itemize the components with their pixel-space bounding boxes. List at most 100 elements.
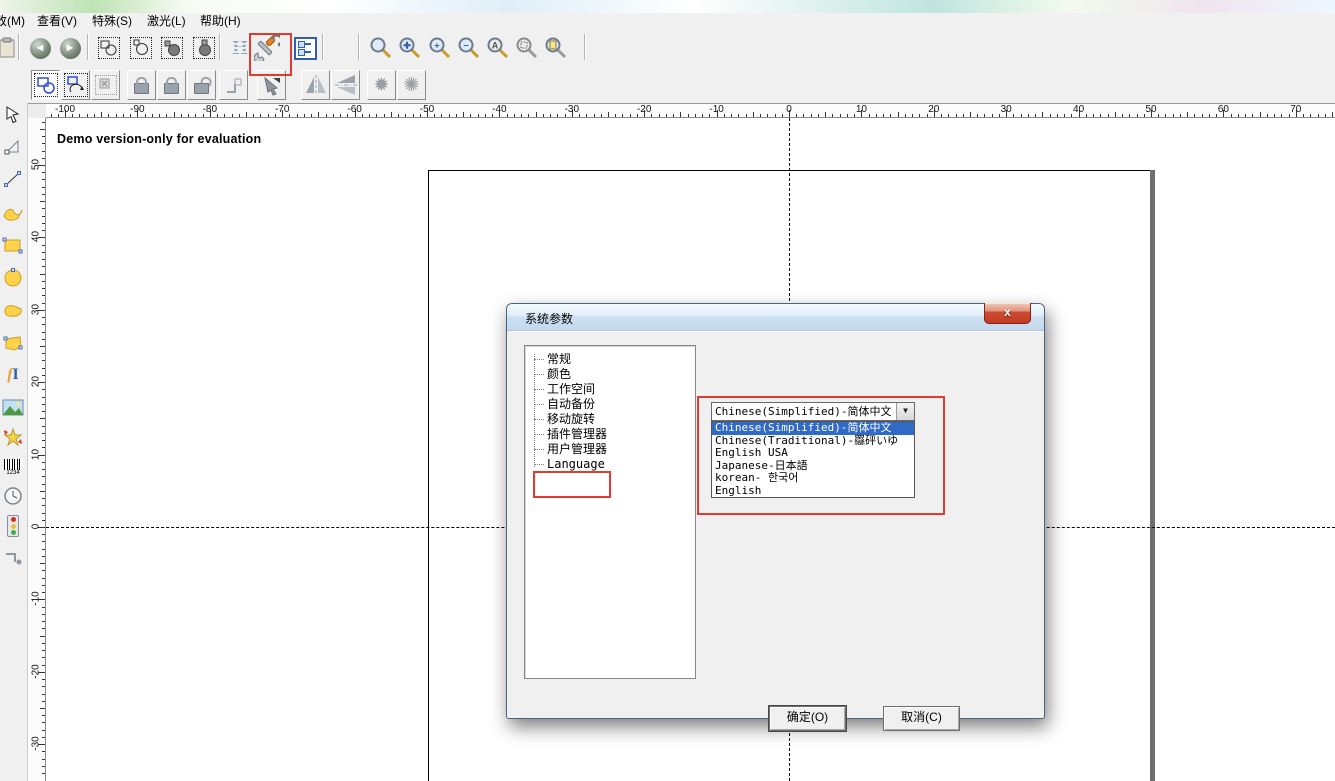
rectangle-tool-button[interactable] <box>0 231 26 261</box>
select-transform-button[interactable] <box>31 70 60 100</box>
back-button[interactable]: ◄ <box>26 33 54 63</box>
preview-burst-button[interactable]: ✹ <box>367 70 396 100</box>
ruler-tick <box>956 114 957 117</box>
unlock-button[interactable] <box>187 70 216 100</box>
hatch-icon: H <box>232 37 248 60</box>
ruler-tick <box>594 114 595 117</box>
zoom-window-button[interactable] <box>367 33 395 63</box>
zoom-pan-icon: ✚ <box>398 36 422 60</box>
ruler-tick <box>253 114 254 117</box>
menu-item-4[interactable]: 激光(L) <box>143 14 190 29</box>
ruler-label: -30 <box>552 104 592 115</box>
forward-button[interactable]: ► <box>56 33 84 63</box>
node-editing-tool-button[interactable] <box>0 132 26 162</box>
mark-burst-icon: ✺ <box>404 76 420 95</box>
combobox-dropdown-button[interactable]: ▼ <box>896 403 914 420</box>
settings-tree[interactable]: 常规颜色工作空间自动备份移动旋转插件管理器用户管理器Language <box>524 345 696 679</box>
ruler-tick <box>42 447 45 448</box>
mark-burst-button[interactable]: ✺ <box>397 70 426 100</box>
region-select-button[interactable] <box>91 70 120 100</box>
language-option-6[interactable]: English <box>712 485 914 498</box>
ok-button[interactable]: 确定(O) <box>769 706 846 731</box>
barcode-icon: 1234 <box>4 459 22 476</box>
hatch-button[interactable]: H <box>226 33 254 63</box>
tree-item-工作空间[interactable]: 工作空间 <box>525 382 695 397</box>
tree-item-用户管理器[interactable]: 用户管理器 <box>525 442 695 457</box>
ruler-tick <box>42 397 45 398</box>
menu-item-5[interactable]: 帮助(H) <box>196 14 245 29</box>
ruler-tick <box>42 433 45 434</box>
close-button[interactable]: x <box>984 303 1031 324</box>
ruler-tick <box>963 114 964 117</box>
ellipse-icon <box>2 268 24 288</box>
tree-item-颜色[interactable]: 颜色 <box>525 367 695 382</box>
node-edit-button[interactable] <box>127 33 155 63</box>
dialog-titlebar[interactable]: 系统参数 x <box>507 304 1044 331</box>
send-arrow-button[interactable] <box>257 70 286 100</box>
zoom-in-button[interactable]: + <box>426 33 454 63</box>
select-cursor-tool-button[interactable] <box>0 100 26 130</box>
node-break-button[interactable] <box>190 33 218 63</box>
ruler-tick <box>40 418 45 419</box>
svg-text:−: − <box>463 41 468 51</box>
tree-item-插件管理器[interactable]: 插件管理器 <box>525 427 695 442</box>
language-option-3[interactable]: English USA <box>712 447 914 460</box>
zoom-in-icon: + <box>428 36 452 60</box>
ruler-tick <box>1108 114 1109 117</box>
signal-light-tool-button[interactable] <box>0 511 26 541</box>
line-tool-button[interactable] <box>0 164 26 194</box>
vector-file-tool-button[interactable] <box>0 422 26 452</box>
language-combobox[interactable]: Chinese(Simplified)-简体中文 ▼ <box>711 402 915 421</box>
select-rotate-button[interactable] <box>61 70 90 100</box>
ellipse-tool-button[interactable] <box>0 263 26 293</box>
tree-item-自动备份[interactable]: 自动备份 <box>525 397 695 412</box>
zoom-page-button[interactable] <box>542 33 570 63</box>
zoom-out-icon: − <box>457 36 481 60</box>
ruler-tick <box>40 708 45 709</box>
io-point-tool-button[interactable] <box>0 543 26 573</box>
system-parameters-button[interactable] <box>253 33 281 63</box>
polygon-tool-button[interactable] <box>0 296 26 326</box>
zoom-selection-icon <box>515 36 539 60</box>
cancel-button[interactable]: 取消(C) <box>883 706 960 731</box>
tree-item-language[interactable]: Language <box>525 457 695 472</box>
ruler-tick <box>528 114 529 117</box>
tree-item-移动旋转[interactable]: 移动旋转 <box>525 412 695 427</box>
barcode-tool-button[interactable]: 1234 <box>0 452 26 482</box>
menu-item-2[interactable]: 查看(V) <box>33 14 81 29</box>
zoom-all-button[interactable]: A <box>484 33 512 63</box>
menu-item-1[interactable]: 改(M) <box>0 14 29 29</box>
zoom-selection-button[interactable] <box>513 33 541 63</box>
zoom-pan-button[interactable]: ✚ <box>396 33 424 63</box>
bitmap-tool-button[interactable] <box>0 392 26 422</box>
language-option-1[interactable]: Chinese(Simplified)-简体中文 <box>712 422 914 435</box>
ruler-tick <box>232 114 233 117</box>
ruler-tick <box>42 679 45 680</box>
lock-button[interactable] <box>127 70 156 100</box>
ruler-tick <box>42 665 45 666</box>
timer-tool-button[interactable] <box>0 481 26 511</box>
snap-corner-button[interactable] <box>219 70 248 100</box>
freeform-tool-button[interactable] <box>0 328 26 358</box>
text-tool-button[interactable]: fI <box>0 360 26 390</box>
region-select-icon <box>95 75 117 95</box>
mirror-vertical-button[interactable] <box>301 70 330 100</box>
node-join-button[interactable] <box>158 33 186 63</box>
ruler-tick <box>42 440 45 441</box>
ruler-tick <box>42 650 45 651</box>
lock-keyhole-button[interactable] <box>157 70 186 100</box>
zoom-out-button[interactable]: − <box>455 33 483 63</box>
ruler-tick <box>521 114 522 117</box>
system-parameters-icon <box>254 35 280 61</box>
object-list-button[interactable] <box>291 33 319 63</box>
ruler-tick <box>42 259 45 260</box>
zoom-page-icon <box>544 36 568 60</box>
mirror-horizontal-button[interactable] <box>331 70 360 100</box>
ruler-tick <box>318 112 319 117</box>
menu-item-3[interactable]: 特殊(S) <box>88 14 136 29</box>
ruler-tick <box>42 353 45 354</box>
node-select-button[interactable] <box>95 33 123 63</box>
tree-item-常规[interactable]: 常规 <box>525 352 695 367</box>
curve-tool-button[interactable] <box>0 198 26 228</box>
language-dropdown-list[interactable]: Chinese(Simplified)-简体中文Chinese(Traditio… <box>711 421 915 498</box>
